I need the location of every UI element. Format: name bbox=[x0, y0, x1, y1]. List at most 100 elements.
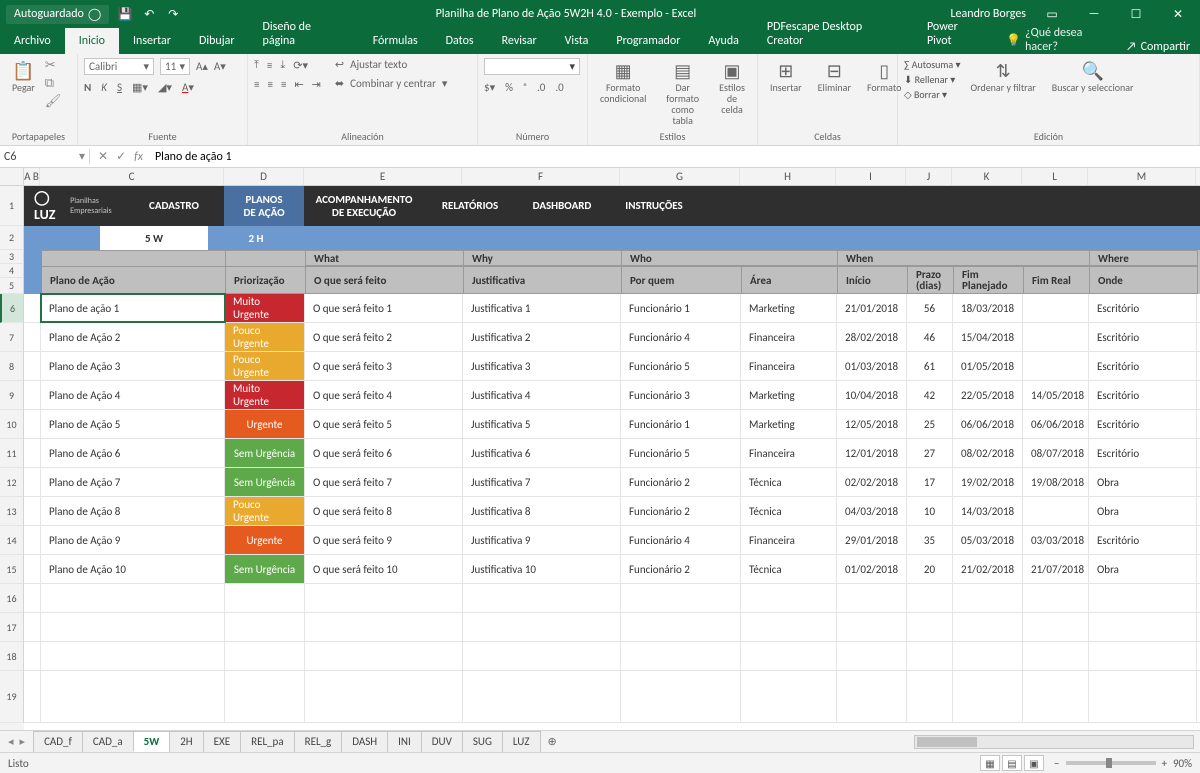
tell-me-search[interactable]: 💡 ¿Qué desea hacer? bbox=[1006, 26, 1116, 54]
cell-inicio[interactable]: 01/03/2018 bbox=[837, 352, 907, 380]
merge-center-button[interactable]: ⬌ Combinar y centrar ▾ bbox=[335, 77, 448, 90]
cut-icon[interactable]: ✂ bbox=[45, 58, 62, 73]
formula-input[interactable] bbox=[151, 150, 1200, 164]
cell-onde[interactable]: Escritório bbox=[1089, 381, 1197, 409]
orientation-icon[interactable]: ⟳▾ bbox=[293, 59, 308, 72]
cell-who[interactable]: Funcionário 2 bbox=[621, 468, 741, 496]
cell-priority[interactable]: Urgente bbox=[225, 410, 305, 438]
cell-area[interactable]: Marketing bbox=[741, 294, 837, 322]
view-normal-icon[interactable]: ▦ bbox=[980, 755, 1000, 771]
cell-who[interactable]: Funcionário 4 bbox=[621, 323, 741, 351]
sheet-nav-next-icon[interactable]: ▸ bbox=[20, 735, 26, 748]
menu-power-pivot[interactable]: Power Pivot bbox=[913, 14, 998, 54]
decrease-font-icon[interactable]: A▾ bbox=[214, 60, 226, 73]
cell-fimp[interactable]: 18/03/2018 bbox=[953, 294, 1023, 322]
align-bottom-icon[interactable]: ⤓ bbox=[280, 58, 285, 72]
cell-area[interactable]: Marketing bbox=[741, 381, 837, 409]
cancel-formula-icon[interactable]: ✕ bbox=[98, 149, 108, 164]
cell-why[interactable]: Justificativa 2 bbox=[463, 323, 621, 351]
cell-fimr[interactable] bbox=[1023, 352, 1089, 380]
cell-fimr[interactable]: 06/06/2018 bbox=[1023, 410, 1089, 438]
delete-cells-button[interactable]: ⊟Eliminar bbox=[812, 58, 857, 95]
align-top-icon[interactable]: ⤒ bbox=[254, 58, 259, 72]
cell-prazo[interactable]: 35 bbox=[907, 526, 953, 554]
empty-row[interactable] bbox=[24, 671, 1200, 723]
cell-who[interactable]: Funcionário 3 bbox=[621, 381, 741, 409]
cell-area[interactable]: Financeira bbox=[741, 323, 837, 351]
cell-area[interactable]: Financeira bbox=[741, 352, 837, 380]
cell-onde[interactable]: Escritório bbox=[1089, 410, 1197, 438]
cell-inicio[interactable]: 28/02/2018 bbox=[837, 323, 907, 351]
cell-priority[interactable]: Pouco Urgente bbox=[225, 497, 305, 525]
empty-row[interactable] bbox=[24, 613, 1200, 642]
cell-what[interactable]: O que será feito 6 bbox=[305, 439, 463, 467]
cell-area[interactable]: Financeira bbox=[741, 439, 837, 467]
cell-prazo[interactable]: 61 bbox=[907, 352, 953, 380]
cell-plano[interactable]: Plano de ação 1 bbox=[41, 294, 225, 322]
row-header[interactable]: 6 bbox=[0, 294, 24, 323]
sheet-tab-5w[interactable]: 5W bbox=[133, 731, 171, 752]
cell-why[interactable]: Justificativa 6 bbox=[463, 439, 621, 467]
col-header-J[interactable]: J bbox=[906, 168, 952, 185]
nav-cadastro[interactable]: CADASTRO bbox=[124, 186, 224, 226]
cell-why[interactable]: Justificativa 1 bbox=[463, 294, 621, 322]
cell-fimr[interactable]: 03/03/2018 bbox=[1023, 526, 1089, 554]
col-header-F[interactable]: F bbox=[462, 168, 620, 185]
cell-inicio[interactable]: 29/01/2018 bbox=[837, 526, 907, 554]
cell-priority[interactable]: Muito Urgente bbox=[225, 381, 305, 409]
menu-pdfescape-desktop-creator[interactable]: PDFescape Desktop Creator bbox=[753, 14, 913, 54]
autosum-button[interactable]: ∑ Autosuma ▾ bbox=[904, 58, 960, 71]
table-row[interactable]: Plano de Ação 2Pouco UrgenteO que será f… bbox=[24, 323, 1200, 352]
save-icon[interactable]: 💾 bbox=[117, 7, 133, 22]
cell-plano[interactable]: Plano de Ação 10 bbox=[41, 555, 225, 583]
cell-plano[interactable]: Plano de Ação 5 bbox=[41, 410, 225, 438]
row-header[interactable]: 7 bbox=[0, 323, 24, 352]
align-right-icon[interactable]: ≡ bbox=[281, 78, 286, 91]
menu-inicio[interactable]: Inicio bbox=[65, 28, 119, 54]
col-header-M[interactable]: M bbox=[1088, 168, 1196, 185]
menu-dibujar[interactable]: Dibujar bbox=[185, 28, 249, 54]
row-header[interactable]: 11 bbox=[0, 439, 24, 468]
cell-what[interactable]: O que será feito 4 bbox=[305, 381, 463, 409]
cell-who[interactable]: Funcionário 2 bbox=[621, 555, 741, 583]
cell-prazo[interactable]: 42 bbox=[907, 381, 953, 409]
table-row[interactable]: Plano de Ação 5UrgenteO que será feito 5… bbox=[24, 410, 1200, 439]
sheet-tab-2h[interactable]: 2H bbox=[169, 731, 203, 752]
cell-inicio[interactable]: 21/01/2018 bbox=[837, 294, 907, 322]
menu-ayuda[interactable]: Ayuda bbox=[694, 28, 753, 54]
nav-instruções[interactable]: INSTRUÇÕES bbox=[608, 186, 700, 226]
cell-fimr[interactable] bbox=[1023, 294, 1089, 322]
sheet-tab-ini[interactable]: INI bbox=[387, 731, 422, 752]
cell-plano[interactable]: Plano de Ação 2 bbox=[41, 323, 225, 351]
sort-filter-button[interactable]: ⇅Ordenar y filtrar bbox=[964, 58, 1041, 95]
row-header[interactable]: 17 bbox=[0, 613, 24, 642]
empty-row[interactable] bbox=[24, 642, 1200, 671]
table-row[interactable]: Plano de Ação 9UrgenteO que será feito 9… bbox=[24, 526, 1200, 555]
cell-inicio[interactable]: 01/02/2018 bbox=[837, 555, 907, 583]
table-row[interactable]: Plano de Ação 3Pouco UrgenteO que será f… bbox=[24, 352, 1200, 381]
cell-what[interactable]: O que será feito 9 bbox=[305, 526, 463, 554]
cell-what[interactable]: O que será feito 10 bbox=[305, 555, 463, 583]
comma-icon[interactable]: ⁿ bbox=[523, 81, 527, 94]
cell-area[interactable]: Marketing bbox=[741, 410, 837, 438]
view-pagebreak-icon[interactable]: ▣ bbox=[1024, 755, 1044, 771]
name-box[interactable]: C6▾ bbox=[0, 149, 90, 164]
cell-plano[interactable]: Plano de Ação 7 bbox=[41, 468, 225, 496]
cell-why[interactable]: Justificativa 8 bbox=[463, 497, 621, 525]
cell-inicio[interactable]: 02/02/2018 bbox=[837, 468, 907, 496]
row-header[interactable]: 19 bbox=[0, 671, 24, 723]
cell-prazo[interactable]: 10 bbox=[907, 497, 953, 525]
view-layout-icon[interactable]: ▤ bbox=[1002, 755, 1022, 771]
cell-prazo[interactable]: 46 bbox=[907, 323, 953, 351]
copy-icon[interactable]: ⧉ bbox=[45, 76, 62, 91]
cell-fimp[interactable]: 19/02/2018 bbox=[953, 468, 1023, 496]
menu-archivo[interactable]: Archivo bbox=[0, 28, 65, 54]
nav-dashboard[interactable]: DASHBOARD bbox=[516, 186, 608, 226]
cell-priority[interactable]: Pouco Urgente bbox=[225, 352, 305, 380]
cell-area[interactable]: Técnica bbox=[741, 468, 837, 496]
share-button[interactable]: ↗ Compartir bbox=[1116, 40, 1200, 54]
zoom-slider[interactable] bbox=[1066, 761, 1156, 765]
nav-planos-de-ação[interactable]: PLANOS DE AÇÃO bbox=[224, 186, 304, 226]
sheet-tab-sug[interactable]: SUG bbox=[462, 731, 503, 752]
row-header[interactable]: 8 bbox=[0, 352, 24, 381]
